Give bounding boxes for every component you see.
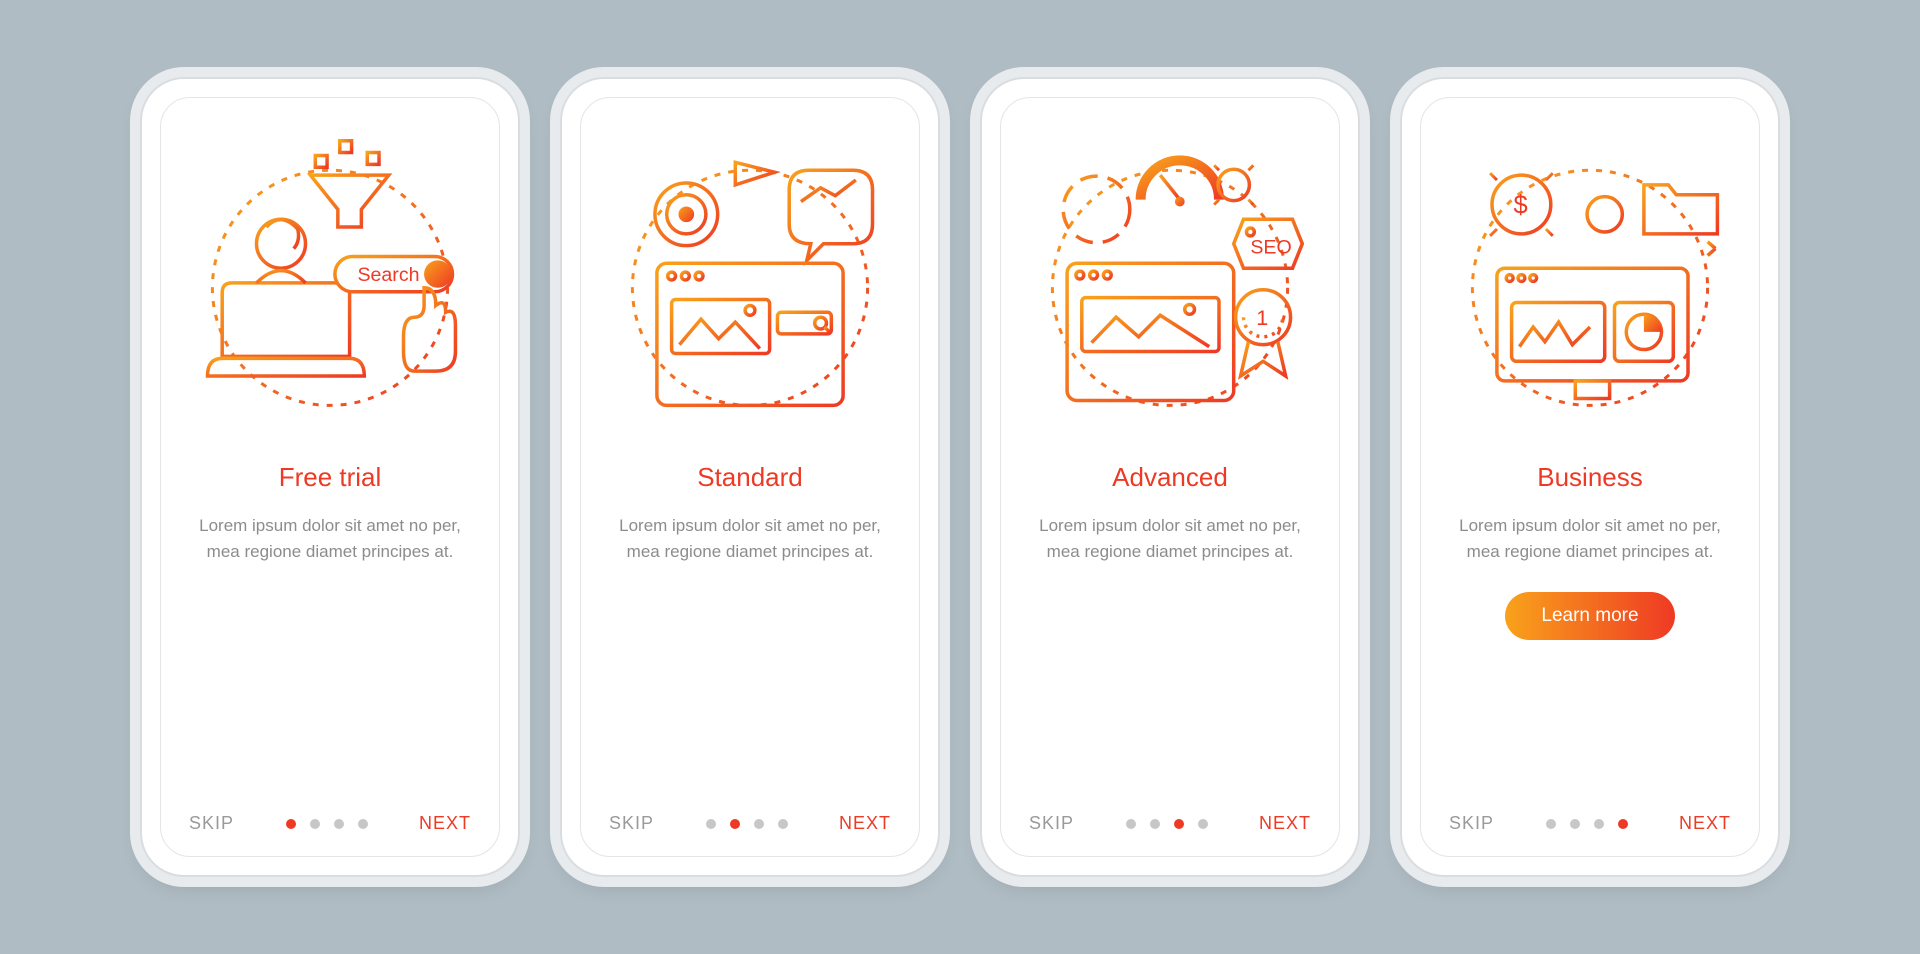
- search-label: Search: [357, 264, 419, 286]
- skip-button[interactable]: SKIP: [1449, 813, 1494, 834]
- dot-icon: [1198, 819, 1208, 829]
- slide-title: Advanced: [1112, 462, 1228, 493]
- next-button[interactable]: NEXT: [1679, 813, 1731, 834]
- page-dots[interactable]: [286, 819, 368, 829]
- dot-icon: [1150, 819, 1160, 829]
- skip-button[interactable]: SKIP: [189, 813, 234, 834]
- slide-title: Standard: [697, 462, 803, 493]
- dot-icon: [706, 819, 716, 829]
- onboarding-phone: Standard Lorem ipsum dolor sit amet no p…: [560, 77, 940, 877]
- dot-icon: [1174, 819, 1184, 829]
- nav-bar: SKIP NEXT: [1023, 813, 1317, 834]
- slide-description: Lorem ipsum dolor sit amet no per, mea r…: [1443, 513, 1737, 566]
- dot-icon: [286, 819, 296, 829]
- dot-icon: [1594, 819, 1604, 829]
- slide-title: Business: [1537, 462, 1643, 493]
- nav-bar: SKIP NEXT: [603, 813, 897, 834]
- next-button[interactable]: NEXT: [419, 813, 471, 834]
- slide-title: Free trial: [279, 462, 382, 493]
- standard-web-icon: [603, 118, 897, 438]
- dot-icon: [1126, 819, 1136, 829]
- next-button[interactable]: NEXT: [1259, 813, 1311, 834]
- slide-description: Lorem ipsum dolor sit amet no per, mea r…: [603, 513, 897, 566]
- nav-bar: SKIP NEXT: [1443, 813, 1737, 834]
- onboarding-phone: $: [1400, 77, 1780, 877]
- next-button[interactable]: NEXT: [839, 813, 891, 834]
- dot-icon: [1546, 819, 1556, 829]
- page-dots[interactable]: [1126, 819, 1208, 829]
- screen: Search Free trial Lorem ipsum dolor sit …: [160, 97, 500, 857]
- phone-row: Search Free trial Lorem ipsum dolor sit …: [140, 77, 1780, 877]
- page-dots[interactable]: [706, 819, 788, 829]
- skip-button[interactable]: SKIP: [609, 813, 654, 834]
- slide-description: Lorem ipsum dolor sit amet no per, mea r…: [1023, 513, 1317, 566]
- badge-number: 1: [1256, 305, 1268, 330]
- dot-icon: [1570, 819, 1580, 829]
- skip-button[interactable]: SKIP: [1029, 813, 1074, 834]
- dot-icon: [310, 819, 320, 829]
- advanced-seo-icon: SEO 1: [1023, 118, 1317, 438]
- search-person-icon: Search: [183, 118, 477, 438]
- page-dots[interactable]: [1546, 819, 1628, 829]
- screen: Standard Lorem ipsum dolor sit amet no p…: [580, 97, 920, 857]
- dot-icon: [754, 819, 764, 829]
- seo-label: SEO: [1250, 237, 1291, 259]
- dot-icon: [1618, 819, 1628, 829]
- business-monitor-icon: $: [1443, 118, 1737, 438]
- dot-icon: [334, 819, 344, 829]
- nav-bar: SKIP NEXT: [183, 813, 477, 834]
- slide-description: Lorem ipsum dolor sit amet no per, mea r…: [183, 513, 477, 566]
- dot-icon: [778, 819, 788, 829]
- learn-more-button[interactable]: Learn more: [1505, 592, 1674, 640]
- dot-icon: [730, 819, 740, 829]
- onboarding-phone: SEO 1 Advanced Lorem ipsum dolor: [980, 77, 1360, 877]
- svg-text:$: $: [1514, 191, 1528, 219]
- dot-icon: [358, 819, 368, 829]
- screen: SEO 1 Advanced Lorem ipsum dolor: [1000, 97, 1340, 857]
- screen: $: [1420, 97, 1760, 857]
- onboarding-phone: Search Free trial Lorem ipsum dolor sit …: [140, 77, 520, 877]
